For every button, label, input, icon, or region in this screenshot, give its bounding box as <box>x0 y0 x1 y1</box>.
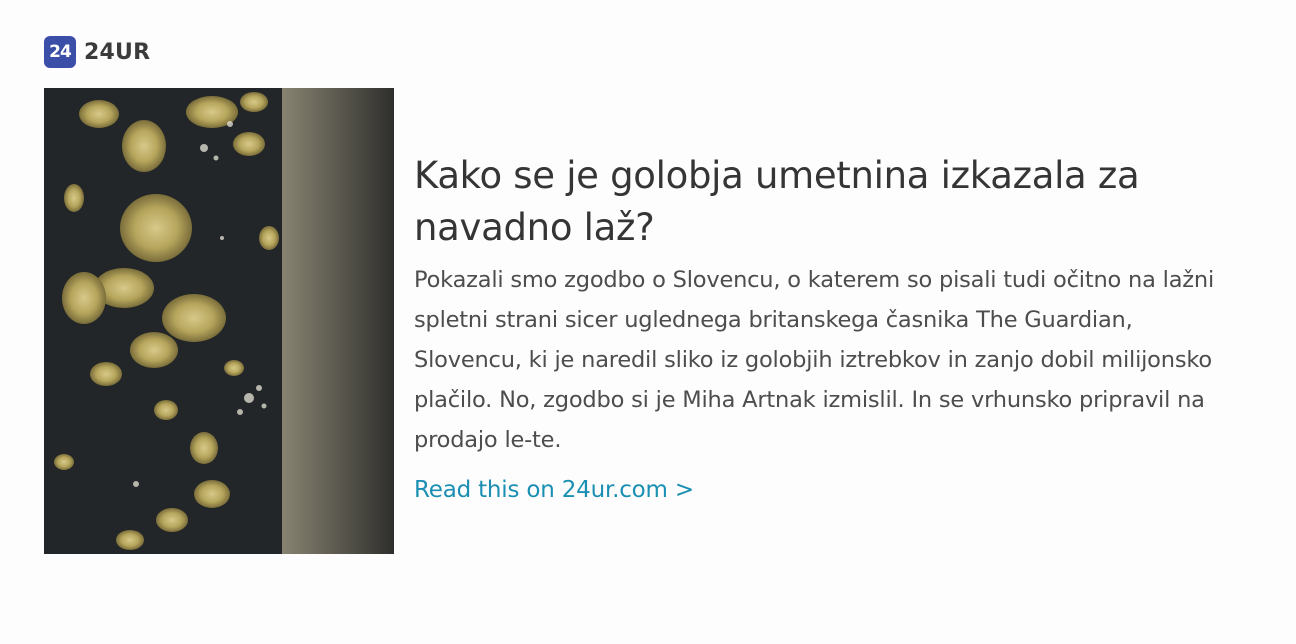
read-more-link[interactable]: Read this on 24ur.com > <box>414 470 694 510</box>
article-headline[interactable]: Kako se je golobja umetnina izkazala za … <box>414 150 1214 254</box>
article-summary: Pokazali smo zgodbo o Slovencu, o katere… <box>414 267 1215 453</box>
article-image[interactable] <box>44 88 394 554</box>
source-name: 24UR <box>84 39 151 65</box>
pigeon-art-painting-image-icon <box>44 88 394 554</box>
24ur-logo-icon: 24 <box>44 36 76 68</box>
source-header: 24 24UR <box>44 36 150 68</box>
article-content: Kako se je golobja umetnina izkazala za … <box>414 150 1234 510</box>
